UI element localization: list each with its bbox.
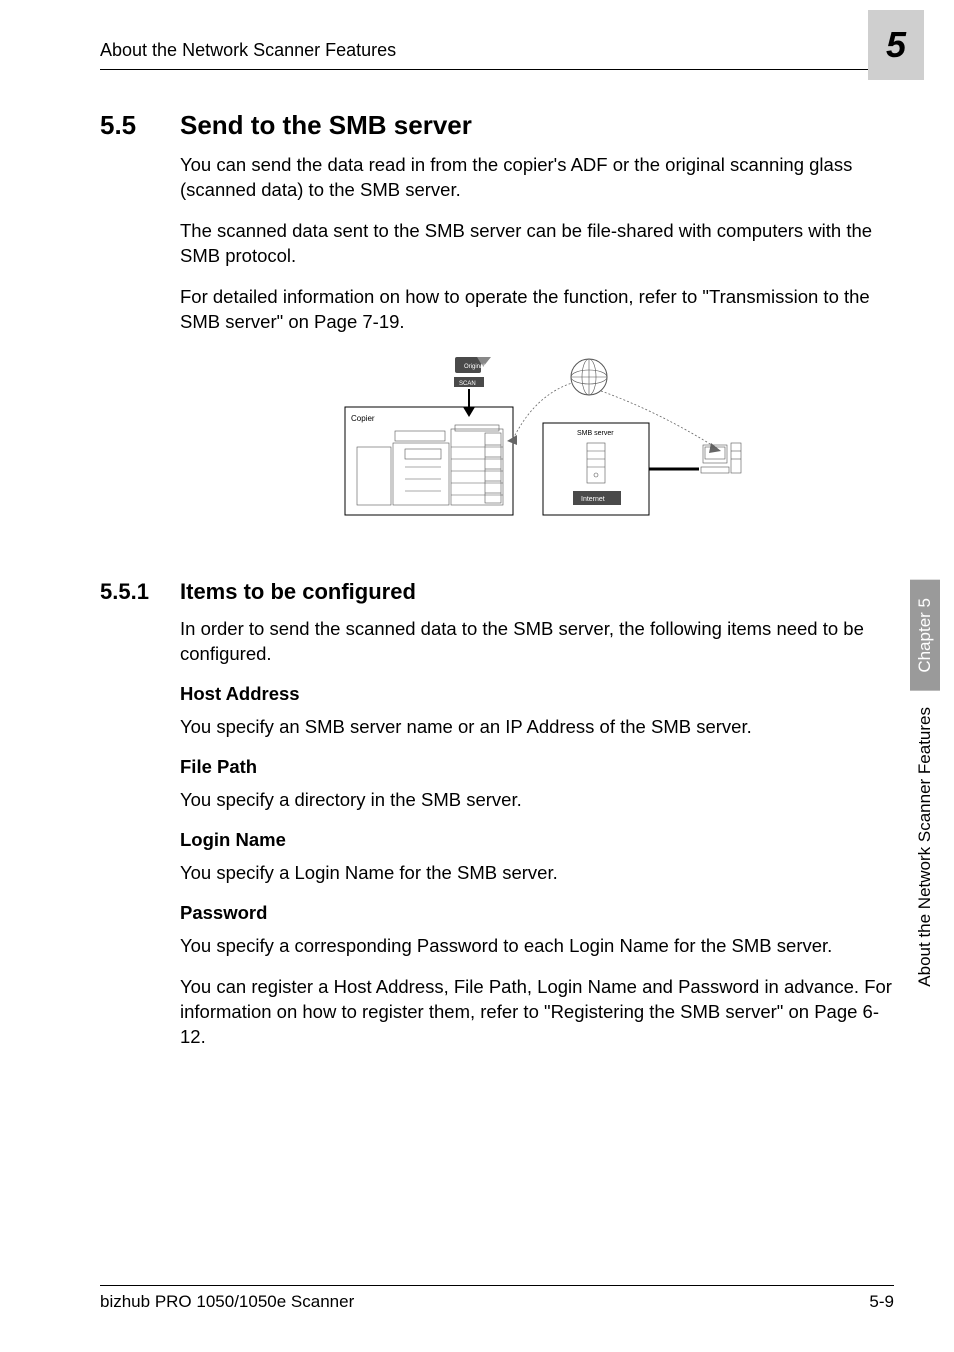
header-rule	[100, 69, 924, 70]
paragraph: In order to send the scanned data to the…	[180, 617, 894, 667]
diagram-smb-label: SMB server	[577, 430, 614, 437]
password-heading: Password	[180, 902, 894, 924]
paragraph: You specify a directory in the SMB serve…	[180, 788, 894, 813]
paragraph: You specify a Login Name for the SMB ser…	[180, 861, 894, 886]
chapter-tab-label: About the Network Scanner Features	[913, 699, 937, 995]
section-5-5-body: You can send the data read in from the c…	[180, 153, 894, 551]
footer-left: bizhub PRO 1050/1050e Scanner	[100, 1292, 354, 1312]
paragraph: You can register a Host Address, File Pa…	[180, 975, 894, 1050]
network-diagram: Original SCAN Copier	[327, 351, 747, 551]
paragraph: You specify a corresponding Password to …	[180, 934, 894, 959]
chapter-tab: Chapter 5	[910, 580, 940, 691]
section-5-5-heading: 5.5 Send to the SMB server	[100, 110, 894, 141]
running-head: About the Network Scanner Features	[100, 40, 396, 61]
chapter-number: 5	[886, 24, 906, 66]
paragraph: For detailed information on how to opera…	[180, 285, 894, 335]
file-path-heading: File Path	[180, 756, 894, 778]
side-tab: Chapter 5 About the Network Scanner Feat…	[908, 580, 942, 994]
section-number: 5.5	[100, 110, 180, 141]
diagram-internet-label: Internet	[581, 496, 605, 503]
diagram-copier-label: Copier	[351, 414, 375, 423]
footer-right: 5-9	[869, 1292, 894, 1312]
host-address-heading: Host Address	[180, 683, 894, 705]
paragraph: The scanned data sent to the SMB server …	[180, 219, 894, 269]
subsection-title: Items to be configured	[180, 579, 416, 605]
section-title: Send to the SMB server	[180, 110, 472, 141]
login-name-heading: Login Name	[180, 829, 894, 851]
section-5-5-1-heading: 5.5.1 Items to be configured	[100, 579, 894, 605]
page-header: About the Network Scanner Features 5	[100, 40, 894, 88]
section-5-5-1-body: In order to send the scanned data to the…	[180, 617, 894, 1050]
paragraph: You can send the data read in from the c…	[180, 153, 894, 203]
page-footer: bizhub PRO 1050/1050e Scanner 5-9	[100, 1285, 894, 1312]
paragraph: You specify an SMB server name or an IP …	[180, 715, 894, 740]
subsection-number: 5.5.1	[100, 579, 180, 605]
diagram-scan-label: SCAN	[459, 381, 476, 387]
diagram-original-label: Original	[464, 364, 485, 370]
page-content: About the Network Scanner Features 5 5.5…	[0, 0, 954, 1106]
chapter-badge: 5	[868, 10, 924, 80]
